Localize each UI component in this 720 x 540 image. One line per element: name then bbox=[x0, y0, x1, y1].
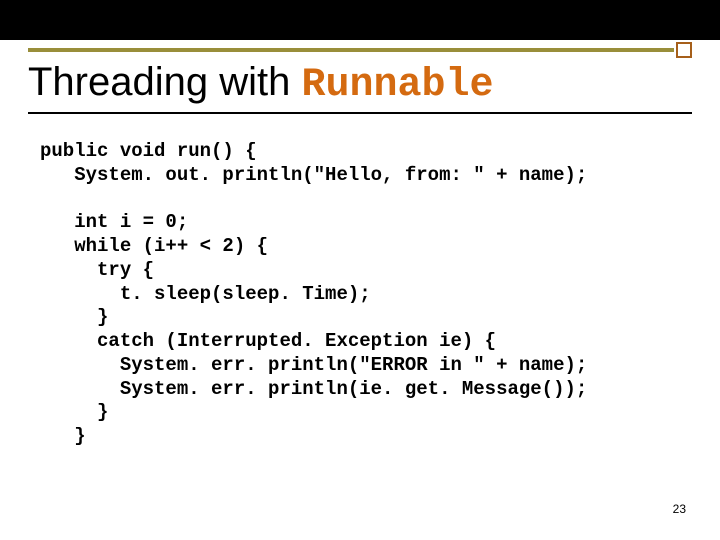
title-prefix: Threading with bbox=[28, 60, 301, 104]
slide: Threading with Runnable public void run(… bbox=[0, 0, 720, 540]
page-number: 23 bbox=[673, 502, 686, 516]
corner-square bbox=[676, 42, 692, 58]
code-block: public void run() { System. out. println… bbox=[40, 140, 680, 449]
slide-title: Threading with Runnable bbox=[28, 60, 692, 114]
top-bar bbox=[0, 0, 720, 40]
accent-line bbox=[28, 48, 674, 52]
title-accent: Runnable bbox=[301, 63, 493, 108]
